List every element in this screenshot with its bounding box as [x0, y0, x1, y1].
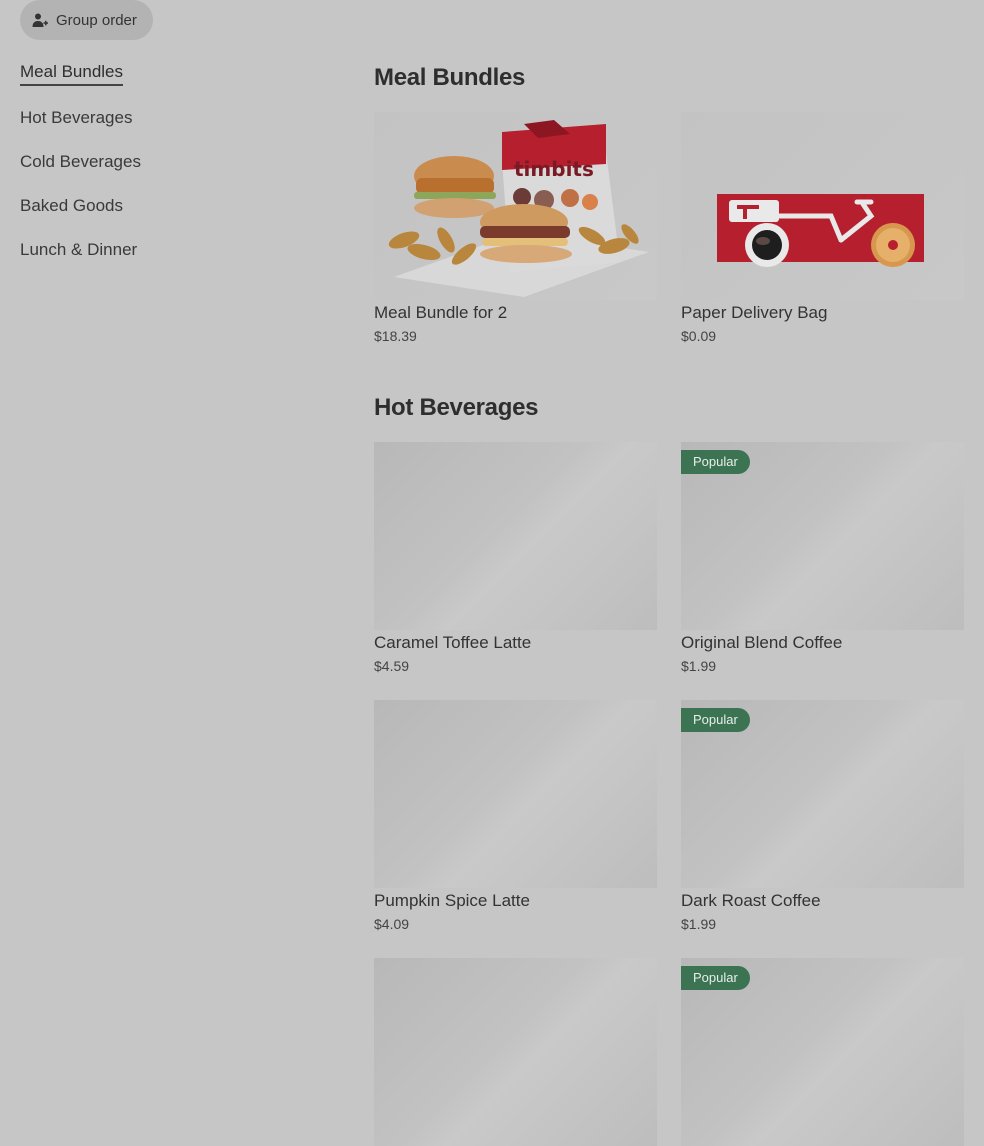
- menu-item-card[interactable]: [374, 958, 657, 1146]
- menu-item-price: $0.09: [681, 328, 717, 344]
- sidebar-item-hot-beverages[interactable]: Hot Beverages: [20, 108, 320, 152]
- menu-item-image-placeholder: Popular: [681, 700, 964, 888]
- menu-item-image-placeholder: Popular: [681, 958, 964, 1146]
- popular-badge: Popular: [681, 966, 750, 990]
- sidebar-item-label: Meal Bundles: [20, 62, 124, 86]
- menu-item-card[interactable]: timbits Meal Bundle for 2 $18.39: [374, 112, 657, 344]
- menu-item-card[interactable]: Paper Delivery Bag $0.09: [681, 112, 964, 344]
- person-add-icon: [32, 12, 48, 28]
- group-order-button[interactable]: Group order: [20, 0, 153, 40]
- menu-item-price: $4.09: [374, 916, 410, 932]
- menu-item-image-placeholder: Popular: [681, 442, 964, 630]
- menu-item-name: Meal Bundle for 2: [374, 303, 508, 322]
- sidebar-item-label: Hot Beverages: [20, 108, 133, 127]
- menu-item-card[interactable]: Popular Dark Roast Coffee $1.99: [681, 700, 964, 932]
- menu-item-name: Pumpkin Spice Latte: [374, 891, 530, 910]
- menu-item-image-placeholder: [374, 700, 657, 888]
- menu-item-card[interactable]: Pumpkin Spice Latte $4.09: [374, 700, 657, 932]
- svg-text:timbits: timbits: [514, 157, 594, 181]
- menu-item-name: Original Blend Coffee: [681, 633, 843, 652]
- sidebar-item-lunch-dinner[interactable]: Lunch & Dinner: [20, 240, 320, 284]
- delivery-bag-photo: [681, 112, 964, 300]
- menu-item-price: $18.39: [374, 328, 417, 344]
- menu-item-name: Paper Delivery Bag: [681, 303, 828, 322]
- menu-item-image-placeholder: [374, 958, 657, 1146]
- sidebar-item-label: Lunch & Dinner: [20, 240, 138, 259]
- section-title-meal-bundles: Meal Bundles: [374, 64, 526, 91]
- menu-item-price: $1.99: [681, 658, 717, 674]
- sidebar-item-baked-goods[interactable]: Baked Goods: [20, 196, 320, 240]
- menu-item-name: Dark Roast Coffee: [681, 891, 821, 910]
- menu-item-image-placeholder: [374, 442, 657, 630]
- menu-item-card[interactable]: Popular Original Blend Coffee $1.99: [681, 442, 964, 674]
- sidebar-item-meal-bundles[interactable]: Meal Bundles: [20, 62, 320, 108]
- meal-bundle-photo: timbits: [374, 112, 657, 300]
- sidebar-item-cold-beverages[interactable]: Cold Beverages: [20, 152, 320, 196]
- sidebar-item-label: Cold Beverages: [20, 152, 141, 171]
- menu-item-price: $4.59: [374, 658, 410, 674]
- category-sidebar: Meal Bundles Hot Beverages Cold Beverage…: [20, 62, 320, 284]
- popular-badge: Popular: [681, 708, 750, 732]
- menu-item-price: $1.99: [681, 916, 717, 932]
- menu-item-card[interactable]: Popular: [681, 958, 964, 1146]
- sidebar-item-label: Baked Goods: [20, 196, 124, 215]
- popular-badge: Popular: [681, 450, 750, 474]
- section-title-hot-beverages: Hot Beverages: [374, 394, 539, 421]
- group-order-label: Group order: [56, 11, 137, 29]
- menu-item-name: Caramel Toffee Latte: [374, 633, 532, 652]
- menu-item-card[interactable]: Caramel Toffee Latte $4.59: [374, 442, 657, 674]
